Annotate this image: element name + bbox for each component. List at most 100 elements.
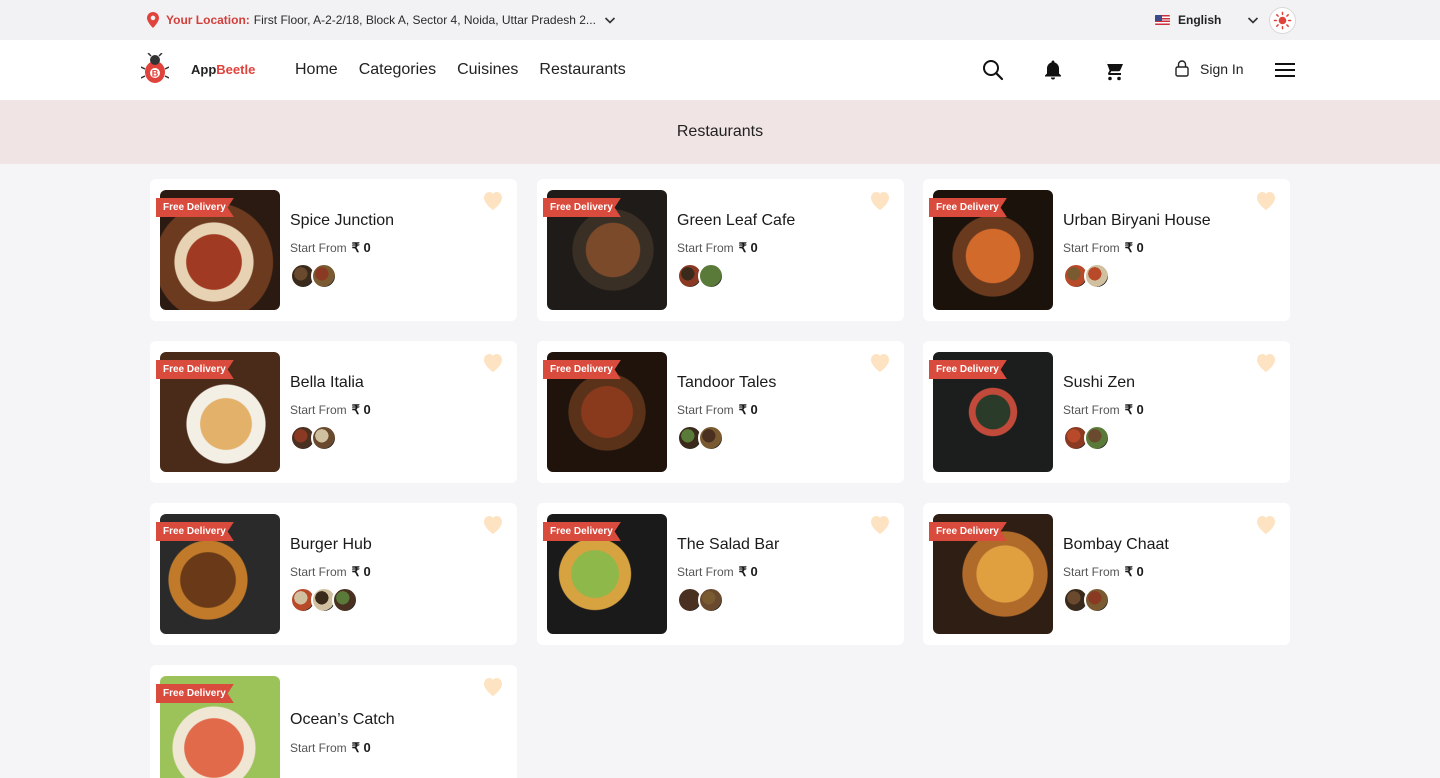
cuisine-avatars [1063,587,1110,613]
start-from-label: Start From [677,241,734,255]
theme-toggle-button[interactable] [1269,7,1296,34]
start-price: Start From ₹ 0 [1063,564,1144,580]
restaurant-card[interactable]: Free Delivery Spice Junction Start From ₹ 0 [150,179,517,321]
cuisine-avatars [290,587,358,613]
favorite-heart-icon[interactable] [1254,189,1278,211]
free-delivery-badge: Free Delivery [543,198,621,217]
main-nav: Home Categories Cuisines Restaurants [295,61,626,79]
restaurant-name[interactable]: Bella Italia [290,374,364,392]
cuisine-avatar[interactable] [311,425,337,451]
start-from-label: Start From [1063,241,1120,255]
cuisine-avatar[interactable] [698,263,724,289]
main-header: B AppBeetle Home Categories Cuisines Res… [0,40,1440,100]
start-from-label: Start From [677,565,734,579]
start-price: Start From ₹ 0 [290,740,371,756]
favorite-heart-icon[interactable] [481,513,505,535]
cuisine-avatars [677,587,724,613]
language-label: English [1178,13,1222,27]
cart-icon[interactable] [1101,58,1125,82]
free-delivery-badge: Free Delivery [156,360,234,379]
chevron-down-icon [604,17,616,24]
svg-text:B: B [152,69,159,79]
favorite-heart-icon[interactable] [481,351,505,373]
restaurant-card[interactable]: Free Delivery Urban Biryani House Start Fr… [923,179,1290,321]
chevron-down-icon [1247,17,1259,24]
nav-home[interactable]: Home [295,61,338,79]
restaurant-card[interactable]: Free Delivery Green Leaf Cafe Start From ₹ … [537,179,904,321]
cuisine-avatars [677,263,724,289]
restaurant-card[interactable]: Free Delivery Tandoor Tales Start From ₹ 0 [537,341,904,483]
restaurant-name[interactable]: Tandoor Tales [677,374,776,392]
app-logo[interactable]: B AppBeetle [141,53,255,85]
start-price: Start From ₹ 0 [290,240,371,256]
search-icon[interactable] [981,58,1005,82]
location-selector[interactable]: Your Location: First Floor, A-2-2/18, Bl… [147,12,616,28]
restaurant-name[interactable]: The Salad Bar [677,536,779,554]
location-label: Your Location: [166,13,250,27]
price-value: ₹ 0 [351,402,371,417]
cuisine-avatar[interactable] [311,263,337,289]
price-value: ₹ 0 [738,240,758,255]
sun-icon [1273,11,1292,30]
restaurant-name[interactable]: Burger Hub [290,536,372,554]
cuisine-avatar[interactable] [698,425,724,451]
price-value: ₹ 0 [351,740,371,755]
favorite-heart-icon[interactable] [1254,513,1278,535]
page-title: Restaurants [676,123,764,140]
restaurant-name[interactable]: Bombay Chaat [1063,536,1169,554]
start-from-label: Start From [290,741,347,755]
favorite-heart-icon[interactable] [481,675,505,697]
free-delivery-badge: Free Delivery [929,360,1007,379]
location-value: First Floor, A-2-2/18, Block A, Sector 4… [253,13,596,27]
restaurant-name[interactable]: Spice Junction [290,212,394,230]
page-title-banner: Restaurants [0,100,1440,164]
nav-categories[interactable]: Categories [359,61,436,79]
bell-icon[interactable] [1041,58,1065,82]
restaurant-name[interactable]: Green Leaf Cafe [677,212,795,230]
language-selector[interactable]: English [1155,13,1259,27]
restaurant-card[interactable]: Free Delivery Bella Italia Start From ₹ 0 [150,341,517,483]
free-delivery-badge: Free Delivery [929,198,1007,217]
free-delivery-badge: Free Delivery [156,684,234,703]
start-from-label: Start From [1063,565,1120,579]
start-price: Start From ₹ 0 [1063,240,1144,256]
beetle-logo-icon: B [141,53,169,83]
cuisine-avatars [290,425,337,451]
favorite-heart-icon[interactable] [868,513,892,535]
sign-in-button[interactable]: Sign In [1175,60,1244,77]
cuisine-avatars [1063,425,1110,451]
free-delivery-badge: Free Delivery [156,198,234,217]
start-from-label: Start From [677,403,734,417]
favorite-heart-icon[interactable] [868,351,892,373]
restaurant-name[interactable]: Sushi Zen [1063,374,1135,392]
price-value: ₹ 0 [351,240,371,255]
restaurant-card[interactable]: Free Delivery Burger Hub Start From ₹ 0 [150,503,517,645]
favorite-heart-icon[interactable] [1254,351,1278,373]
cuisine-avatar[interactable] [332,587,358,613]
cuisine-avatar[interactable] [1084,587,1110,613]
nav-restaurants[interactable]: Restaurants [539,61,625,79]
cuisine-avatar[interactable] [1084,425,1110,451]
cuisine-avatars [677,425,724,451]
nav-cuisines[interactable]: Cuisines [457,61,518,79]
restaurant-name[interactable]: Urban Biryani House [1063,212,1211,230]
sign-in-label: Sign In [1200,60,1244,77]
restaurant-card[interactable]: Free Delivery Sushi Zen Start From ₹ 0 [923,341,1290,483]
start-price: Start From ₹ 0 [677,564,758,580]
start-price: Start From ₹ 0 [290,402,371,418]
free-delivery-badge: Free Delivery [543,522,621,541]
restaurant-card[interactable]: Free Delivery The Salad Bar Start From ₹ 0 [537,503,904,645]
price-value: ₹ 0 [1124,240,1144,255]
free-delivery-badge: Free Delivery [543,360,621,379]
cuisine-avatar[interactable] [698,587,724,613]
favorite-heart-icon[interactable] [868,189,892,211]
restaurant-card[interactable]: Free Delivery Ocean’s Catch Start From ₹ 0 [150,665,517,778]
price-value: ₹ 0 [1124,402,1144,417]
restaurant-name[interactable]: Ocean’s Catch [290,711,395,729]
top-bar: Your Location: First Floor, A-2-2/18, Bl… [0,0,1440,40]
restaurant-card[interactable]: Free Delivery Bombay Chaat Start From ₹ 0 [923,503,1290,645]
hamburger-menu-icon[interactable] [1275,62,1295,78]
start-from-label: Start From [290,565,347,579]
favorite-heart-icon[interactable] [481,189,505,211]
cuisine-avatar[interactable] [1084,263,1110,289]
